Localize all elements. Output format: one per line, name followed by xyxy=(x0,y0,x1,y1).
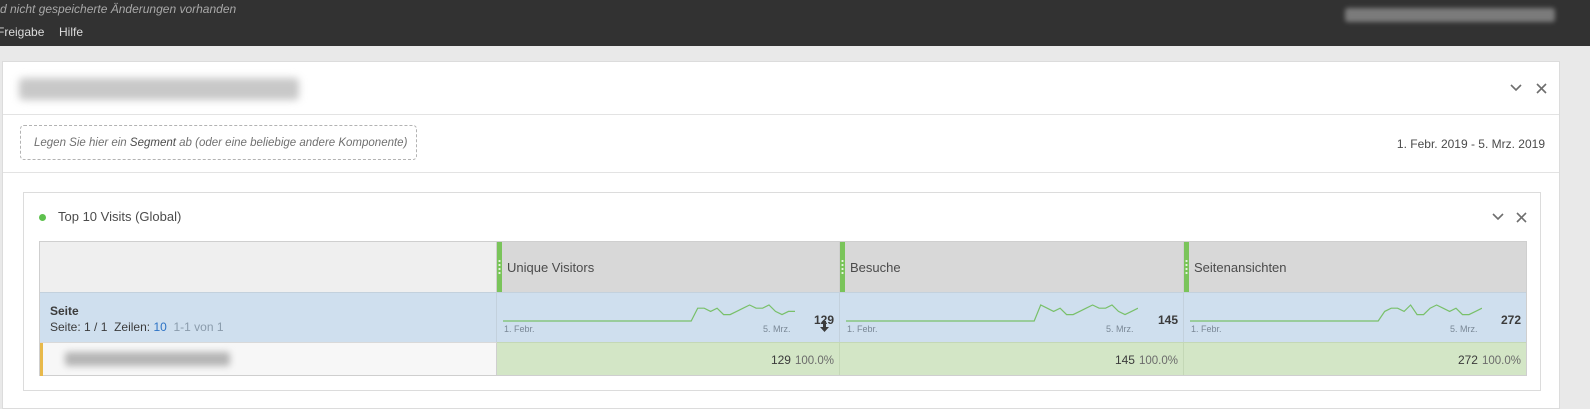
metric-total: 145 xyxy=(1157,313,1178,327)
freeform-table-card: Top 10 Visits (Global) Unique Visitors B… xyxy=(23,192,1541,391)
panel-title-redacted[interactable] xyxy=(19,78,299,100)
table-title[interactable]: Top 10 Visits (Global) xyxy=(58,209,181,224)
metric-header-besuche[interactable]: Besuche xyxy=(840,242,1184,292)
drag-handle-icon[interactable] xyxy=(841,259,844,275)
close-panel-icon[interactable] xyxy=(1533,80,1549,96)
close-table-icon[interactable] xyxy=(1513,209,1529,225)
sparkline xyxy=(846,304,1138,322)
summary-cell-unique-visitors: 1. Febr. 5. Mrz. 129 xyxy=(497,292,840,342)
table-row-cell[interactable]: 272 100.0% xyxy=(1184,342,1526,375)
table-row-cell[interactable]: 129 100.0% xyxy=(497,342,840,375)
rows-per-page-select[interactable]: 10 xyxy=(153,320,166,334)
divider xyxy=(3,114,1559,115)
collapse-panel-icon[interactable] xyxy=(1508,80,1524,96)
collapse-table-icon[interactable] xyxy=(1490,209,1506,225)
dimension-header[interactable] xyxy=(40,242,497,292)
unsaved-changes-text: d nicht gespeicherte Änderungen vorhande… xyxy=(0,2,237,16)
segment-dropzone[interactable]: Legen Sie hier ein Segment ab (oder eine… xyxy=(20,125,417,160)
table-row-dimension-cell[interactable] xyxy=(40,342,497,376)
top-bar: d nicht gespeicherte Änderungen vorhande… xyxy=(0,0,1590,46)
drag-handle-icon[interactable] xyxy=(1185,259,1188,275)
freeform-table: Unique Visitors Besuche Seitenansichten … xyxy=(39,241,1527,376)
metric-total: 272 xyxy=(1500,313,1521,327)
menu-item-freigabe[interactable]: Freigabe xyxy=(0,25,44,39)
dimension-summary-cell: Seite Seite: 1 / 1 Zeilen: 10 1-1 von 1 xyxy=(40,292,497,342)
arrow-down-icon[interactable] xyxy=(819,321,829,332)
freeform-panel: Legen Sie hier ein Segment ab (oder eine… xyxy=(2,61,1560,409)
pagination: Seite: 1 / 1 Zeilen: 10 1-1 von 1 xyxy=(50,320,224,334)
dimension-item-redacted xyxy=(65,352,230,366)
sparkline xyxy=(503,304,795,322)
dimension-name[interactable]: Seite xyxy=(50,304,79,318)
user-account-redacted[interactable] xyxy=(1345,8,1555,22)
table-row-cell[interactable]: 145 100.0% xyxy=(840,342,1184,375)
metric-header-unique-visitors[interactable]: Unique Visitors xyxy=(497,242,840,292)
drag-handle-icon[interactable] xyxy=(498,259,501,275)
summary-cell-seitenansichten: 1. Febr. 5. Mrz. 272 xyxy=(1184,292,1526,342)
summary-cell-besuche: 1. Febr. 5. Mrz. 145 xyxy=(840,292,1184,342)
menu-item-hilfe[interactable]: Hilfe xyxy=(59,25,83,39)
divider xyxy=(3,172,1559,173)
metric-header-seitenansichten[interactable]: Seitenansichten xyxy=(1184,242,1526,292)
sparkline xyxy=(1190,304,1482,322)
date-range-picker[interactable]: 1. Febr. 2019 - 5. Mrz. 2019 xyxy=(1397,137,1545,151)
status-dot-icon xyxy=(39,214,46,221)
